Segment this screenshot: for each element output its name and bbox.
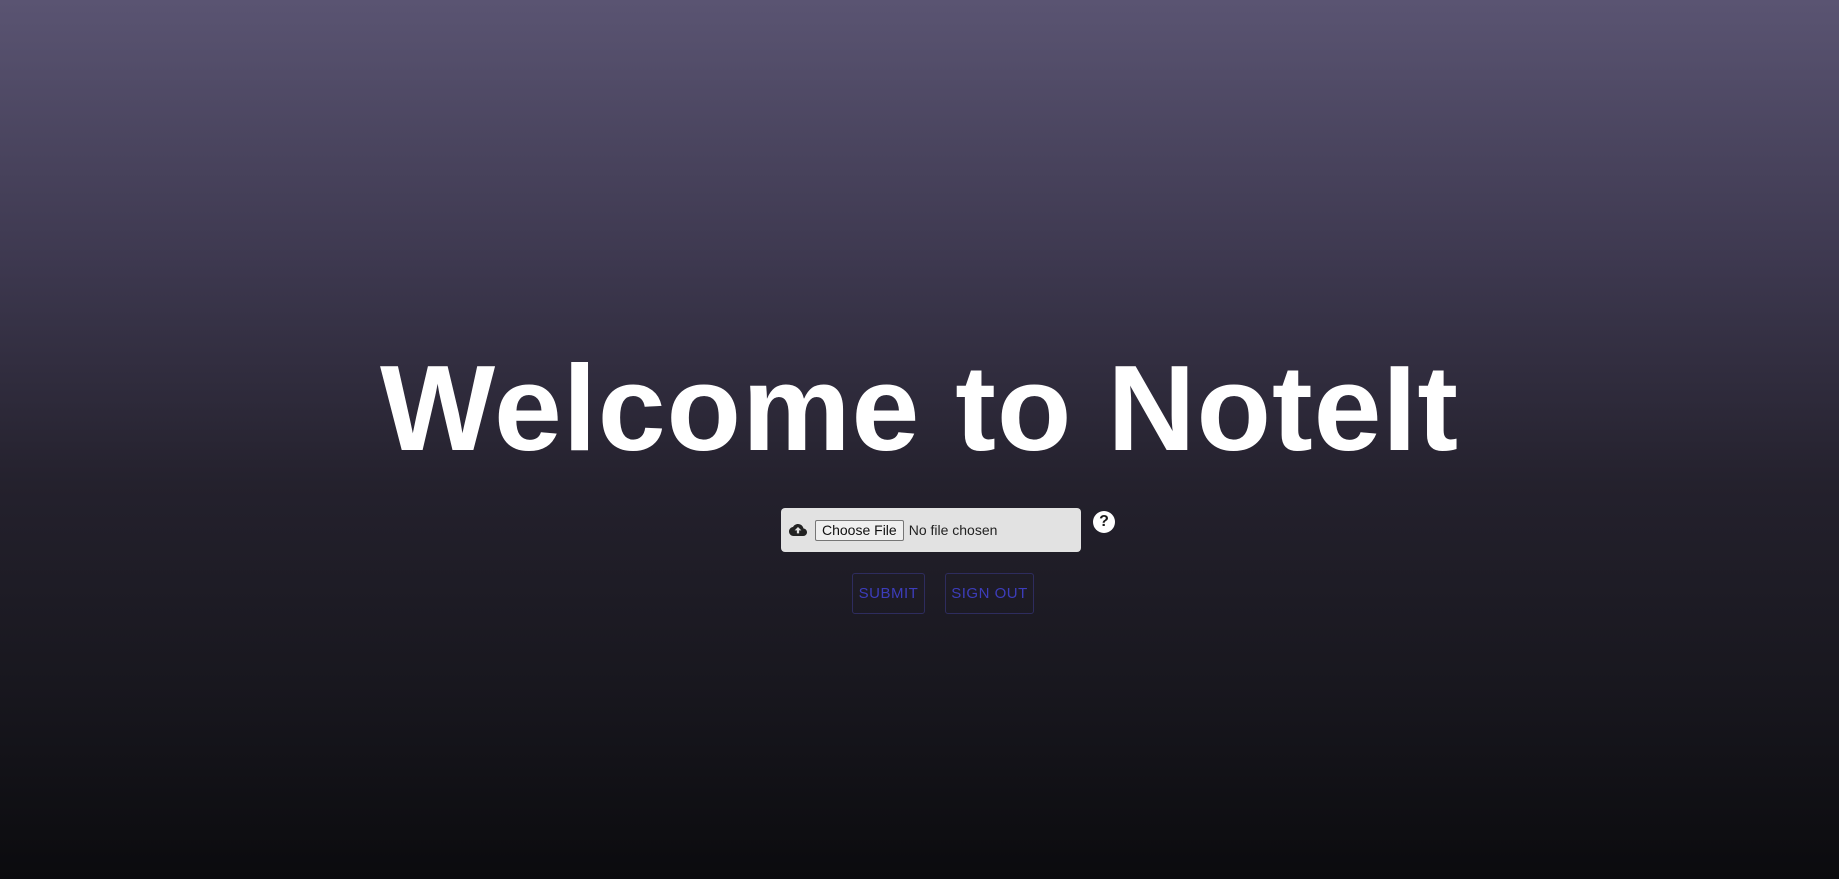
submit-button[interactable]: SUBMIT <box>852 573 925 614</box>
sign-out-button[interactable]: SIGN OUT <box>945 573 1034 614</box>
cloud-upload-icon <box>787 519 809 541</box>
page-title: Welcome to NoteIt <box>380 340 1459 476</box>
help-icon[interactable]: ? <box>1093 511 1115 533</box>
file-upload-field[interactable]: Choose File No file chosen <box>781 508 1081 552</box>
file-status-text: No file chosen <box>908 522 998 538</box>
choose-file-button[interactable]: Choose File <box>815 519 904 541</box>
